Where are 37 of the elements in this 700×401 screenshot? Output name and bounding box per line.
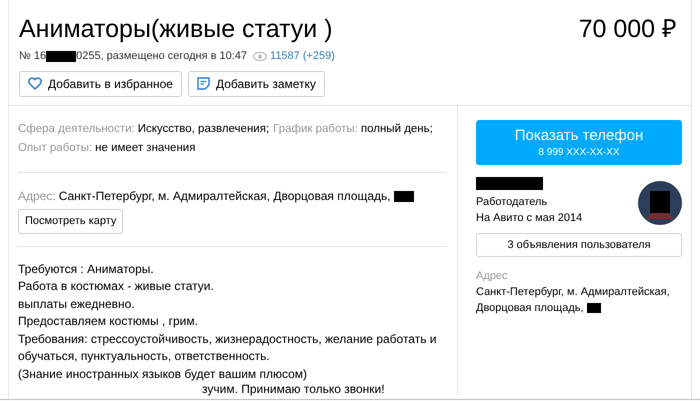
param-value: не имеет значения xyxy=(95,140,196,156)
redaction-mark xyxy=(476,176,543,190)
param-value: Искусство, развлечения; xyxy=(138,122,270,136)
description-line: выплаты ежедневно. xyxy=(18,296,136,312)
posted-date: 0255, размещено сегодня в 10:47 xyxy=(76,49,248,64)
member-since: На Авито с мая 2014 xyxy=(476,210,582,226)
view-count: 11587 (+259) xyxy=(270,49,335,64)
avatar xyxy=(638,180,682,224)
description-line: Требования: стрессоустойчивость, жизнерадостность, желание работать и обучаться, пунктуальность, ответственность. xyxy=(18,330,437,365)
seller-role: Работодатель xyxy=(476,194,548,210)
redaction-mark xyxy=(586,303,601,313)
add-note-button[interactable]: Добавить заметку xyxy=(188,70,325,96)
note-icon xyxy=(196,77,210,90)
listing-number: № 16 xyxy=(19,49,46,64)
address-value: Санкт-Петербург, м. Адмиралтейская, Дворцовая площадь, xyxy=(58,188,391,204)
param-label: График работы: xyxy=(273,122,358,136)
address-label: Адрес: xyxy=(18,188,56,204)
description-line: Предоставляем костюмы , грим. xyxy=(18,313,199,330)
param-label: Сфера деятельности: xyxy=(18,122,135,136)
add-favorite-button[interactable]: Добавить в избранное xyxy=(19,70,182,96)
price: 70 000 ₽ xyxy=(578,14,677,44)
listing-title: Аниматоры(живые статуи ) xyxy=(19,14,333,44)
address-value: Дворцовая площадь, xyxy=(476,301,584,316)
heart-icon xyxy=(28,77,42,90)
description-line: Требуются : Аниматоры. xyxy=(18,260,155,278)
user-listings-button[interactable]: 3 объявления пользователя xyxy=(476,232,682,257)
view-map-button[interactable]: Посмотреть карту xyxy=(18,208,124,234)
redaction-mark xyxy=(394,190,414,202)
address-value: Санкт-Петербург, м. Адмиралтейская, xyxy=(476,285,671,300)
param-label: Опыт работы: xyxy=(18,140,92,156)
address-label: Адрес xyxy=(476,269,508,284)
description-line: зучим. Принимаю только звонки! xyxy=(201,383,386,396)
eye-icon xyxy=(253,52,268,61)
description-line: (Знание иностранных языков будет вашим плюсом) xyxy=(18,366,308,382)
redaction-mark xyxy=(46,50,76,62)
param-value: полный день; xyxy=(360,122,433,136)
description-line: Работа в костюмах - живые статуи. xyxy=(18,278,215,295)
